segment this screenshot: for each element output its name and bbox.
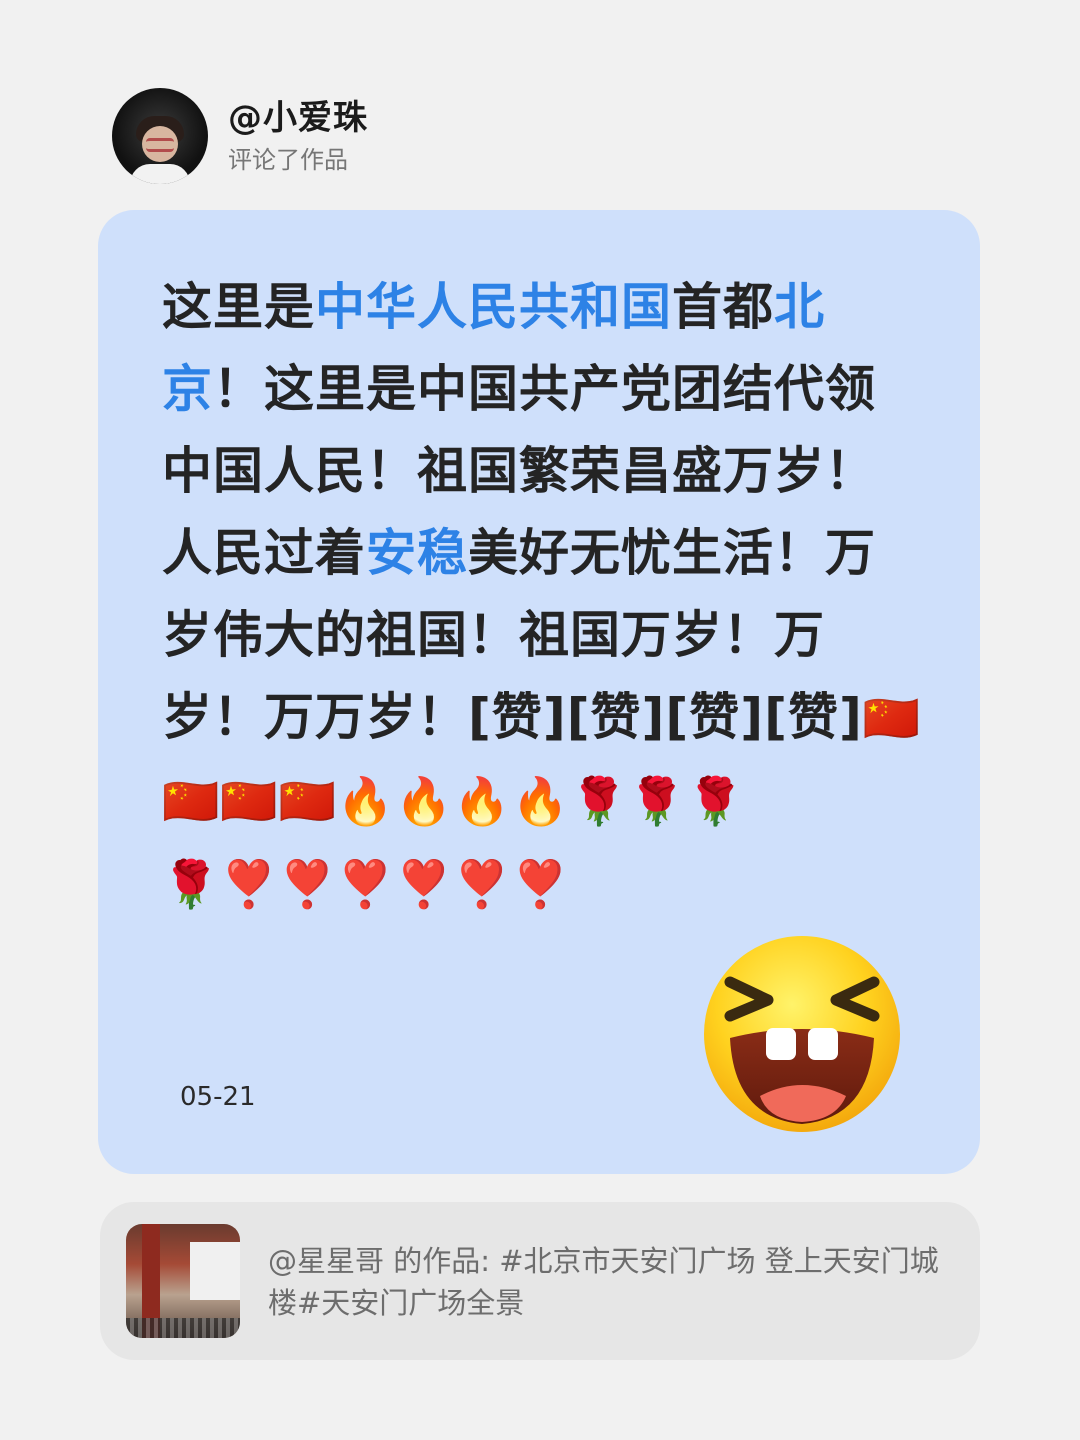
header-text: @小爱珠 评论了作品	[228, 97, 368, 175]
comment-date: 05-21	[180, 1082, 256, 1112]
laughing-face-icon	[704, 936, 900, 1132]
comment-part-3: 首都	[672, 278, 774, 336]
comment-card: 这里是中华人民共和国首都北京！这里是中国共产党团结代领中国人民！祖国繁荣昌盛万岁…	[98, 210, 980, 1174]
work-thumbnail[interactable]	[126, 1224, 240, 1338]
highlight-anwen[interactable]: 安稳	[366, 524, 468, 582]
avatar[interactable]	[112, 88, 208, 184]
referenced-work-card[interactable]: @星星哥 的作品: #北京市天安门广场 登上天安门城楼#天安门广场全景	[100, 1202, 980, 1360]
heart-exclamation-icon: ❣️❣️❣️❣️❣️❣️	[220, 857, 570, 911]
comment-header: @小爱珠 评论了作品	[112, 88, 368, 184]
comment-text: 这里是中华人民共和国首都北京！这里是中国共产党团结代领中国人民！祖国繁荣昌盛万岁…	[162, 266, 922, 925]
username[interactable]: @小爱珠	[228, 97, 368, 139]
activity-subline: 评论了作品	[228, 146, 348, 174]
referenced-work-text[interactable]: @星星哥 的作品: #北京市天安门广场 登上天安门城楼#天安门广场全景	[268, 1240, 958, 1324]
comment-part-1: 这里是	[162, 278, 315, 336]
highlight-prc[interactable]: 中华人民共和国	[315, 278, 672, 336]
fire-icon: 🔥🔥🔥🔥	[336, 774, 570, 828]
